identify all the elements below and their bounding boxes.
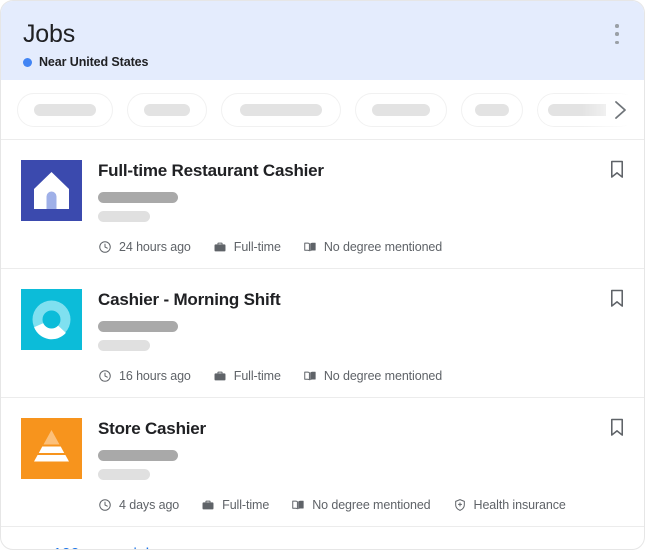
job-title: Store Cashier [98, 418, 624, 440]
job-company-skeleton [98, 192, 178, 203]
page-title: Jobs [23, 19, 622, 49]
job-meta-item: No degree mentioned [303, 240, 442, 254]
job-meta-label: Health insurance [474, 498, 566, 512]
job-list-item[interactable]: Full-time Restaurant Cashier 24 hours ago… [1, 140, 644, 269]
more-jobs-link[interactable]: 100+ more jobs [1, 527, 644, 550]
job-company-skeleton [98, 450, 178, 461]
job-location-skeleton [98, 340, 150, 351]
briefcase-icon [213, 369, 227, 383]
bookmark-icon[interactable] [606, 158, 628, 182]
filter-chip-skeleton-bar [34, 104, 96, 116]
clock-icon [98, 498, 112, 512]
job-list-item[interactable]: Cashier - Morning Shift 16 hours ago Full-… [1, 269, 644, 398]
filter-chip-placeholder[interactable] [127, 93, 207, 127]
job-company-skeleton [98, 321, 178, 332]
kebab-dot [615, 24, 619, 28]
book-icon [291, 498, 305, 512]
job-meta-item: 24 hours ago [98, 240, 191, 254]
filter-chip-skeleton-bar [475, 104, 509, 116]
bookmark-icon[interactable] [606, 416, 628, 440]
location-dot-icon [23, 58, 32, 67]
job-meta-label: Full-time [234, 369, 281, 383]
job-meta-item: 16 hours ago [98, 369, 191, 383]
donut-logo [21, 289, 82, 350]
filter-chips-row [1, 80, 644, 140]
job-meta-label: No degree mentioned [312, 498, 430, 512]
kebab-dot [615, 41, 619, 45]
location-subtitle: Near United States [23, 55, 622, 69]
job-meta-row: 24 hours ago Full-time No degree mentioned [98, 240, 624, 254]
job-meta-row: 4 days ago Full-time No degree mentioned He… [98, 498, 624, 512]
more-jobs-label: 100+ more jobs [53, 546, 162, 550]
job-meta-item: No degree mentioned [291, 498, 430, 512]
job-meta-label: No degree mentioned [324, 240, 442, 254]
job-meta-label: 4 days ago [119, 498, 179, 512]
job-meta-label: Full-time [234, 240, 281, 254]
chevron-right-icon[interactable] [606, 95, 632, 125]
filter-chip-placeholder[interactable] [461, 93, 523, 127]
clock-icon [98, 240, 112, 254]
jobs-card: Jobs Near United States Full-time Restau… [0, 0, 645, 550]
briefcase-icon [213, 240, 227, 254]
job-meta-label: 24 hours ago [119, 240, 191, 254]
job-title: Cashier - Morning Shift [98, 289, 624, 311]
job-meta-item: Health insurance [453, 498, 566, 512]
job-meta-item: No degree mentioned [303, 369, 442, 383]
filter-chip-placeholder[interactable] [355, 93, 447, 127]
job-meta-row: 16 hours ago Full-time No degree mentioned [98, 369, 624, 383]
bookmark-icon[interactable] [606, 287, 628, 311]
filter-chip-skeleton-bar [240, 104, 322, 116]
clock-icon [98, 369, 112, 383]
filter-chip-placeholder[interactable] [17, 93, 113, 127]
job-location-skeleton [98, 211, 150, 222]
job-meta-item: Full-time [213, 369, 281, 383]
shield-plus-icon [453, 498, 467, 512]
book-icon [303, 240, 317, 254]
job-meta-item: Full-time [213, 240, 281, 254]
job-meta-item: Full-time [201, 498, 269, 512]
job-details: Cashier - Morning Shift 16 hours ago Full-… [98, 287, 624, 383]
pyramid-logo [21, 418, 82, 479]
job-meta-item: 4 days ago [98, 498, 179, 512]
job-list-item[interactable]: Store Cashier 4 days ago Full-time No degre… [1, 398, 644, 527]
filter-chip-placeholder[interactable] [221, 93, 341, 127]
job-meta-label: 16 hours ago [119, 369, 191, 383]
filter-chips-scroller[interactable] [17, 93, 628, 127]
kebab-menu-icon[interactable] [606, 21, 628, 47]
job-title: Full-time Restaurant Cashier [98, 160, 624, 182]
job-details: Full-time Restaurant Cashier 24 hours ago… [98, 158, 624, 254]
job-list: Full-time Restaurant Cashier 24 hours ago… [1, 140, 644, 527]
job-meta-label: No degree mentioned [324, 369, 442, 383]
filter-chip-skeleton-bar [372, 104, 430, 116]
book-icon [303, 369, 317, 383]
arrow-right-icon [21, 545, 41, 550]
job-location-skeleton [98, 469, 150, 480]
location-label: Near United States [39, 55, 148, 69]
filter-chip-skeleton-bar [144, 104, 190, 116]
kebab-dot [615, 32, 619, 36]
jobs-header: Jobs Near United States [1, 1, 644, 80]
job-meta-label: Full-time [222, 498, 269, 512]
house-logo [21, 160, 82, 221]
briefcase-icon [201, 498, 215, 512]
job-details: Store Cashier 4 days ago Full-time No degre… [98, 416, 624, 512]
